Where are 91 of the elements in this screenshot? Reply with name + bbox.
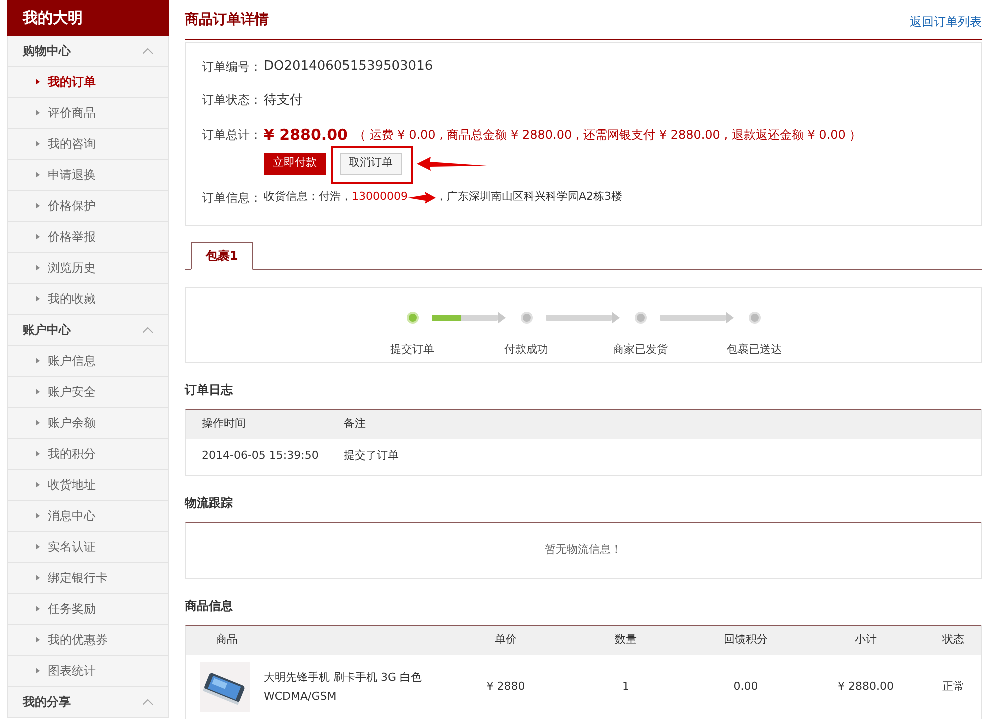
empty-message: 暂无物流信息！ [545, 542, 622, 558]
field-value: DO201406051539503016 [264, 58, 434, 76]
step-label: 包裹已送达 [727, 342, 782, 358]
page-title: 商品订单详情 [185, 10, 269, 30]
sidebar-item[interactable]: 价格举报 [7, 222, 169, 253]
table-cell-text: ¥ 2880.00 [837, 678, 895, 695]
bullet-icon [36, 420, 40, 426]
progress-track [660, 314, 726, 320]
sidebar-item[interactable]: 图表统计 [7, 656, 169, 687]
shipping-info: 收货信息：付浩， [264, 189, 352, 206]
bullet-icon [36, 513, 40, 519]
step-label: 提交订单 [390, 342, 434, 358]
sidebar-item[interactable]: 账户信息 [7, 346, 169, 377]
sidebar-item[interactable]: 绑定银行卡 [7, 563, 169, 594]
bullet-icon [36, 389, 40, 395]
bullet-icon [36, 358, 40, 364]
sidebar-item[interactable]: 收货地址 [7, 470, 169, 501]
cancel-button[interactable]: 取消订单 [340, 152, 402, 174]
bullet-icon [36, 544, 40, 550]
sidebar-item[interactable]: 任务奖励 [7, 594, 169, 625]
sidebar-item[interactable]: 实名认证 [7, 532, 169, 563]
annotation-arrow [408, 192, 436, 204]
arrow-head-icon [612, 312, 620, 324]
sidebar-item[interactable]: 我的咨询 [7, 129, 169, 160]
sidebar-group-header[interactable]: 账户中心 [7, 315, 169, 346]
bullet-icon [36, 296, 40, 302]
product-name: 大明先锋手机 刷卡手机 3G 白色 WCDMA/GSM [264, 670, 424, 705]
column-header: 回馈积分 [723, 632, 769, 648]
field-value: 待支付 [264, 92, 303, 110]
section-heading: 物流跟踪 [185, 494, 234, 512]
table-cell-text: 2014-06-05 15:39:50 [201, 448, 320, 464]
sidebar-item[interactable]: 申请退换 [7, 160, 169, 191]
step-label: 商家已发货 [613, 342, 668, 358]
field-label: 订单信息： [202, 190, 263, 206]
field-value: ¥ 2880.00 [264, 125, 348, 146]
sidebar-item[interactable]: 我的积分 [7, 439, 169, 470]
column-header: 单价 [494, 632, 518, 648]
sidebar-item[interactable]: 我的收藏 [7, 284, 169, 315]
sidebar-item[interactable]: 账户安全 [7, 377, 169, 408]
bullet-icon [36, 79, 40, 85]
sidebar-group-header[interactable]: 我的分享 [7, 687, 169, 718]
sidebar-item[interactable]: 价格保护 [7, 191, 169, 222]
bullet-icon [36, 451, 40, 457]
sidebar-group-label: 我的分享 [23, 694, 71, 711]
bullet-icon [36, 668, 40, 674]
column-header: 小计 [854, 632, 878, 648]
sidebar-title: 我的大明 [7, 0, 169, 36]
field-label: 订单总计： [202, 127, 263, 144]
bullet-icon [36, 575, 40, 581]
phone-number: 13000009 [352, 189, 408, 206]
sidebar-item[interactable]: 消息中心 [7, 501, 169, 532]
table-cell-text: 1 [622, 678, 630, 695]
sidebar-item[interactable]: 评价商品 [7, 98, 169, 129]
sidebar-group-label: 账户中心 [23, 322, 71, 339]
bullet-icon [36, 606, 40, 612]
back-link[interactable]: 返回订单列表 [910, 13, 982, 31]
progress-track [546, 314, 612, 320]
column-header: 操作时间 [201, 416, 247, 432]
table-cell-text: ¥ 2880 [486, 678, 526, 695]
field-label: 订单状态： [202, 92, 263, 110]
bullet-icon [36, 637, 40, 643]
table-cell-text: 提交了订单 [344, 448, 399, 464]
section-heading: 订单日志 [185, 382, 234, 399]
sidebar-item[interactable]: 账户余额 [7, 408, 169, 439]
table-cell-text: 0.00 [732, 678, 760, 695]
bullet-icon [36, 203, 40, 209]
step-label: 付款成功 [504, 342, 548, 358]
bullet-icon [36, 482, 40, 488]
column-header: 状态 [942, 632, 966, 648]
section-heading: 商品信息 [185, 598, 234, 615]
table-cell-text: 正常 [942, 678, 966, 695]
arrow-head-icon [726, 312, 734, 324]
bullet-icon [36, 234, 40, 240]
sidebar-item[interactable]: 浏览历史 [7, 253, 169, 284]
arrow-head-icon [498, 312, 506, 324]
pay-button[interactable]: 立即付款 [264, 152, 326, 174]
column-header: 数量 [614, 632, 638, 648]
sidebar-group-label: 购物中心 [23, 43, 71, 60]
bullet-icon [36, 110, 40, 116]
bullet-icon [36, 172, 40, 178]
package-tab[interactable]: 包裹1 [191, 242, 254, 270]
sidebar-item[interactable]: 我的优惠券 [7, 625, 169, 656]
sidebar-group-header[interactable]: 购物中心 [7, 36, 169, 67]
shipping-address: ，广东深圳南山区科兴科学园A2栋3楼 [436, 189, 623, 206]
total-breakdown: （ 运费 ¥ 0.00 , 商品总金额 ¥ 2880.00 , 还需网银支付 ¥ 2880.00 , 退款返还金额 ¥ 0.00 ） [354, 127, 862, 144]
bullet-icon [36, 265, 40, 271]
field-label: 订单编号： [202, 58, 263, 76]
column-header: 备注 [344, 416, 366, 432]
column-header: 商品 [215, 632, 239, 648]
bullet-icon [36, 141, 40, 147]
sidebar-item[interactable]: 我的订单 [7, 67, 169, 98]
